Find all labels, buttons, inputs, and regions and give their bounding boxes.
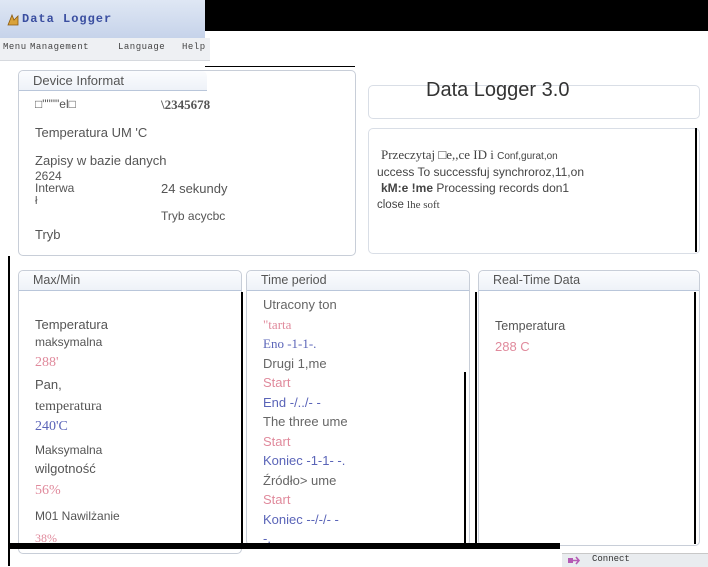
app-icon [7,13,19,26]
banner-title: Data Logger 3.0 [426,79,570,101]
max-temp-value: 288' [35,355,59,370]
interval-label: Interwa [35,181,75,195]
device-info-panel: Device Informat □""""el□ \2345678 Temper… [18,70,356,256]
message-line-3: kM:e !me Processing records don1 [381,181,570,195]
connect-button[interactable]: Connect [562,553,708,567]
device-info-title: Device Informat [33,73,125,88]
maxmin-header: Max/Min [19,271,241,291]
menu-item-help[interactable]: Help [182,42,206,52]
mode-value: Tryb acycbc [161,209,226,223]
maxmin-title: Max/Min [33,273,81,287]
time-period-line: Drugi 1,me [263,355,327,371]
divider [8,256,10,566]
redacted-bar [205,0,708,31]
divider [475,292,477,544]
menu-item-management[interactable]: Management [30,42,89,52]
time-period-line: Start [263,433,291,449]
divider [241,292,243,544]
min-temp-label: Pan, [35,377,62,392]
menu-item-menu[interactable]: Menu [3,42,27,52]
max-hum-label: Maksymalna [35,443,103,457]
connect-icon [568,556,581,565]
divider [8,543,560,549]
max-hum-label-2: wilgotność [35,461,96,476]
window-title: Data Logger [22,12,113,26]
time-period-line: The three ume [263,414,348,429]
divider [695,128,697,252]
max-hum-value: 56% [35,483,61,498]
maxmin-panel: Max/Min Temperatura maksymalna 288' Pan,… [18,270,242,554]
message-line-2: uccess To successfuj synchroroz,11,on [377,165,584,179]
realtime-temp-value: 288 C [495,339,530,354]
time-period-line: Utracony ton [263,297,337,312]
divider [205,66,355,67]
max-temp-label: Temperatura [35,317,108,332]
divider [694,292,696,544]
interval-label-suffix: ł [35,195,38,207]
device-info-header: Device Informat [19,71,207,91]
time-period-line: Start [263,375,291,390]
min-hum-label: M01 Nawilżanie [35,509,120,523]
interval-value: 24 sekundy [161,181,228,196]
realtime-title: Real-Time Data [493,273,581,287]
min-temp-label-2: temperatura [35,399,102,414]
time-period-line: Start [263,492,291,507]
divider [464,372,466,544]
temperature-unit: Temperatura UM 'C [35,125,148,140]
min-temp-value: 240'C [35,419,68,434]
time-period-line: "tarta [263,316,292,332]
time-period-header: Time period [247,271,469,291]
device-name-value: □""""el□ [35,97,76,111]
time-period-line: End -/../- - [263,394,321,410]
menu-bar: Menu Management Language Help [0,38,210,61]
message-line-1: Przeczytaj □e,,ce ID i Conf,gurat,on [381,147,558,162]
realtime-header: Real-Time Data [479,271,699,291]
time-period-line: Źródło> ume [263,472,337,488]
time-period-line: Koniec --/-/- - [263,511,339,527]
messages-panel: Przeczytaj □e,,ce ID i Conf,gurat,on ucc… [368,128,700,254]
records-label: Zapisy w bazie danych [35,153,167,168]
message-line-4: close lhe soft [377,199,440,211]
max-temp-label-2: maksymalna [35,335,103,349]
time-period-panel: Time period Utracony ton "tarta Eno -1-1-.… [246,270,470,546]
menu-item-language[interactable]: Language [118,42,165,52]
time-period-title: Time period [261,273,327,287]
time-period-line: Eno -1-1-. [263,336,317,351]
connect-label: Connect [592,554,630,564]
device-id-value: \2345678 [161,97,211,112]
realtime-temp-label: Temperatura [495,319,566,333]
mode-label: Tryb [35,227,61,242]
time-period-line: Koniec -1-1- -. [263,453,346,468]
realtime-panel: Real-Time Data Temperatura 288 C [478,270,700,546]
